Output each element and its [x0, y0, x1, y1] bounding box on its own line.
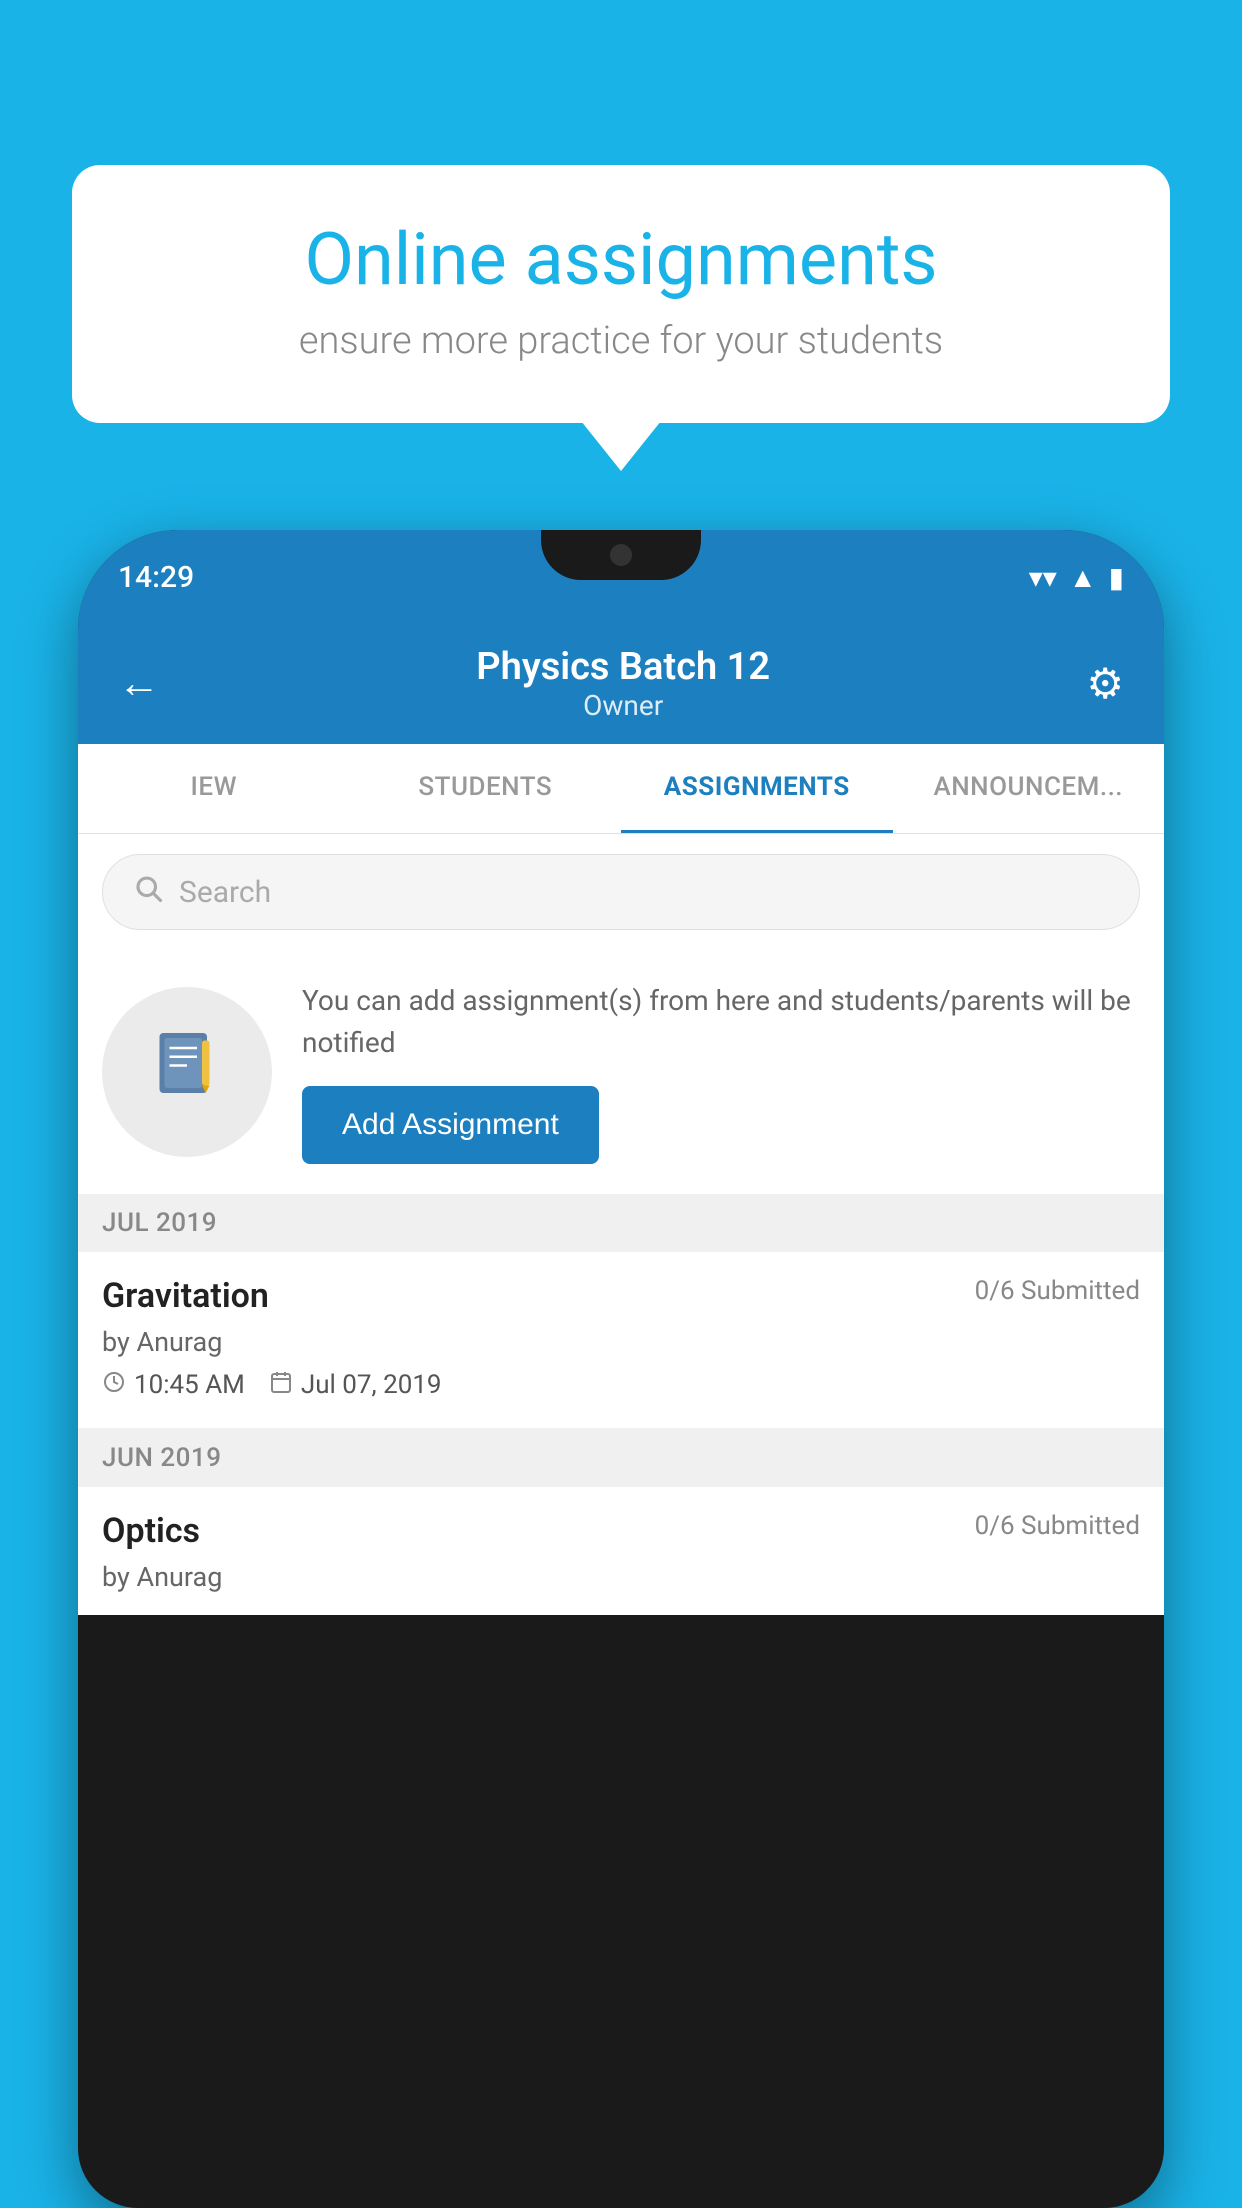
speech-bubble: Online assignments ensure more practice … — [72, 165, 1170, 423]
battery-icon: ▮ — [1109, 561, 1124, 594]
status-bar: 14:29 ▾▾ ▲ ▮ — [78, 530, 1164, 625]
camera-dot — [610, 544, 632, 566]
search-container: Search — [78, 834, 1164, 950]
calendar-icon — [269, 1370, 293, 1400]
status-time: 14:29 — [118, 560, 194, 595]
tab-iew[interactable]: IEW — [78, 744, 350, 833]
info-section: You can add assignment(s) from here and … — [78, 950, 1164, 1194]
assignment-meta: 10:45 AM Jul 07, 2019 — [102, 1370, 1140, 1400]
add-assignment-button[interactable]: Add Assignment — [302, 1086, 599, 1164]
tabs-bar: IEW STUDENTS ASSIGNMENTS ANNOUNCEM... — [78, 744, 1164, 834]
date-value: Jul 07, 2019 — [301, 1370, 442, 1400]
clock-icon — [102, 1370, 126, 1400]
back-button[interactable]: ← — [118, 659, 160, 708]
assignment-submitted-optics: 0/6 Submitted — [975, 1511, 1140, 1541]
assignment-time: 10:45 AM — [102, 1370, 245, 1400]
assignment-top-row: Gravitation 0/6 Submitted — [102, 1276, 1140, 1316]
tab-assignments[interactable]: ASSIGNMENTS — [621, 744, 893, 833]
search-bar[interactable]: Search — [102, 854, 1140, 930]
assignment-submitted: 0/6 Submitted — [975, 1276, 1140, 1306]
month-divider-jul: JUL 2019 — [78, 1194, 1164, 1252]
info-icon-circle — [102, 987, 272, 1157]
notebook-icon — [147, 1023, 227, 1121]
info-text-area: You can add assignment(s) from here and … — [302, 980, 1140, 1164]
phone-notch — [541, 530, 701, 580]
app-header: ← Physics Batch 12 Owner ⚙ — [78, 625, 1164, 744]
assignment-by-optics: by Anurag — [102, 1561, 1140, 1593]
assignment-date: Jul 07, 2019 — [269, 1370, 442, 1400]
tab-announcements[interactable]: ANNOUNCEM... — [893, 744, 1165, 833]
wifi-icon: ▾▾ — [1029, 561, 1057, 594]
month-divider-jun: JUN 2019 — [78, 1429, 1164, 1487]
search-icon — [133, 873, 163, 911]
signal-icon: ▲ — [1069, 561, 1097, 594]
assignment-item-gravitation[interactable]: Gravitation 0/6 Submitted by Anurag 10:4… — [78, 1252, 1164, 1429]
phone-frame: 14:29 ▾▾ ▲ ▮ ← Physics Batch 12 Owner ⚙ … — [78, 530, 1164, 2208]
status-icons: ▾▾ ▲ ▮ — [1029, 561, 1124, 594]
info-text: You can add assignment(s) from here and … — [302, 980, 1140, 1064]
search-placeholder: Search — [179, 875, 271, 910]
speech-bubble-container: Online assignments ensure more practice … — [72, 165, 1170, 423]
assignment-top-row-optics: Optics 0/6 Submitted — [102, 1511, 1140, 1551]
settings-icon[interactable]: ⚙ — [1086, 659, 1124, 709]
tab-students[interactable]: STUDENTS — [350, 744, 622, 833]
phone-screen: Search You can ad — [78, 834, 1164, 1615]
assignment-name: Gravitation — [102, 1276, 269, 1316]
assignment-by: by Anurag — [102, 1326, 1140, 1358]
header-subtitle: Owner — [476, 689, 770, 722]
time-value: 10:45 AM — [134, 1370, 245, 1400]
assignment-name-optics: Optics — [102, 1511, 200, 1551]
header-title: Physics Batch 12 — [476, 645, 770, 689]
header-title-area: Physics Batch 12 Owner — [476, 645, 770, 722]
speech-bubble-title: Online assignments — [132, 220, 1110, 299]
assignment-item-optics[interactable]: Optics 0/6 Submitted by Anurag — [78, 1487, 1164, 1615]
speech-bubble-subtitle: ensure more practice for your students — [132, 319, 1110, 363]
